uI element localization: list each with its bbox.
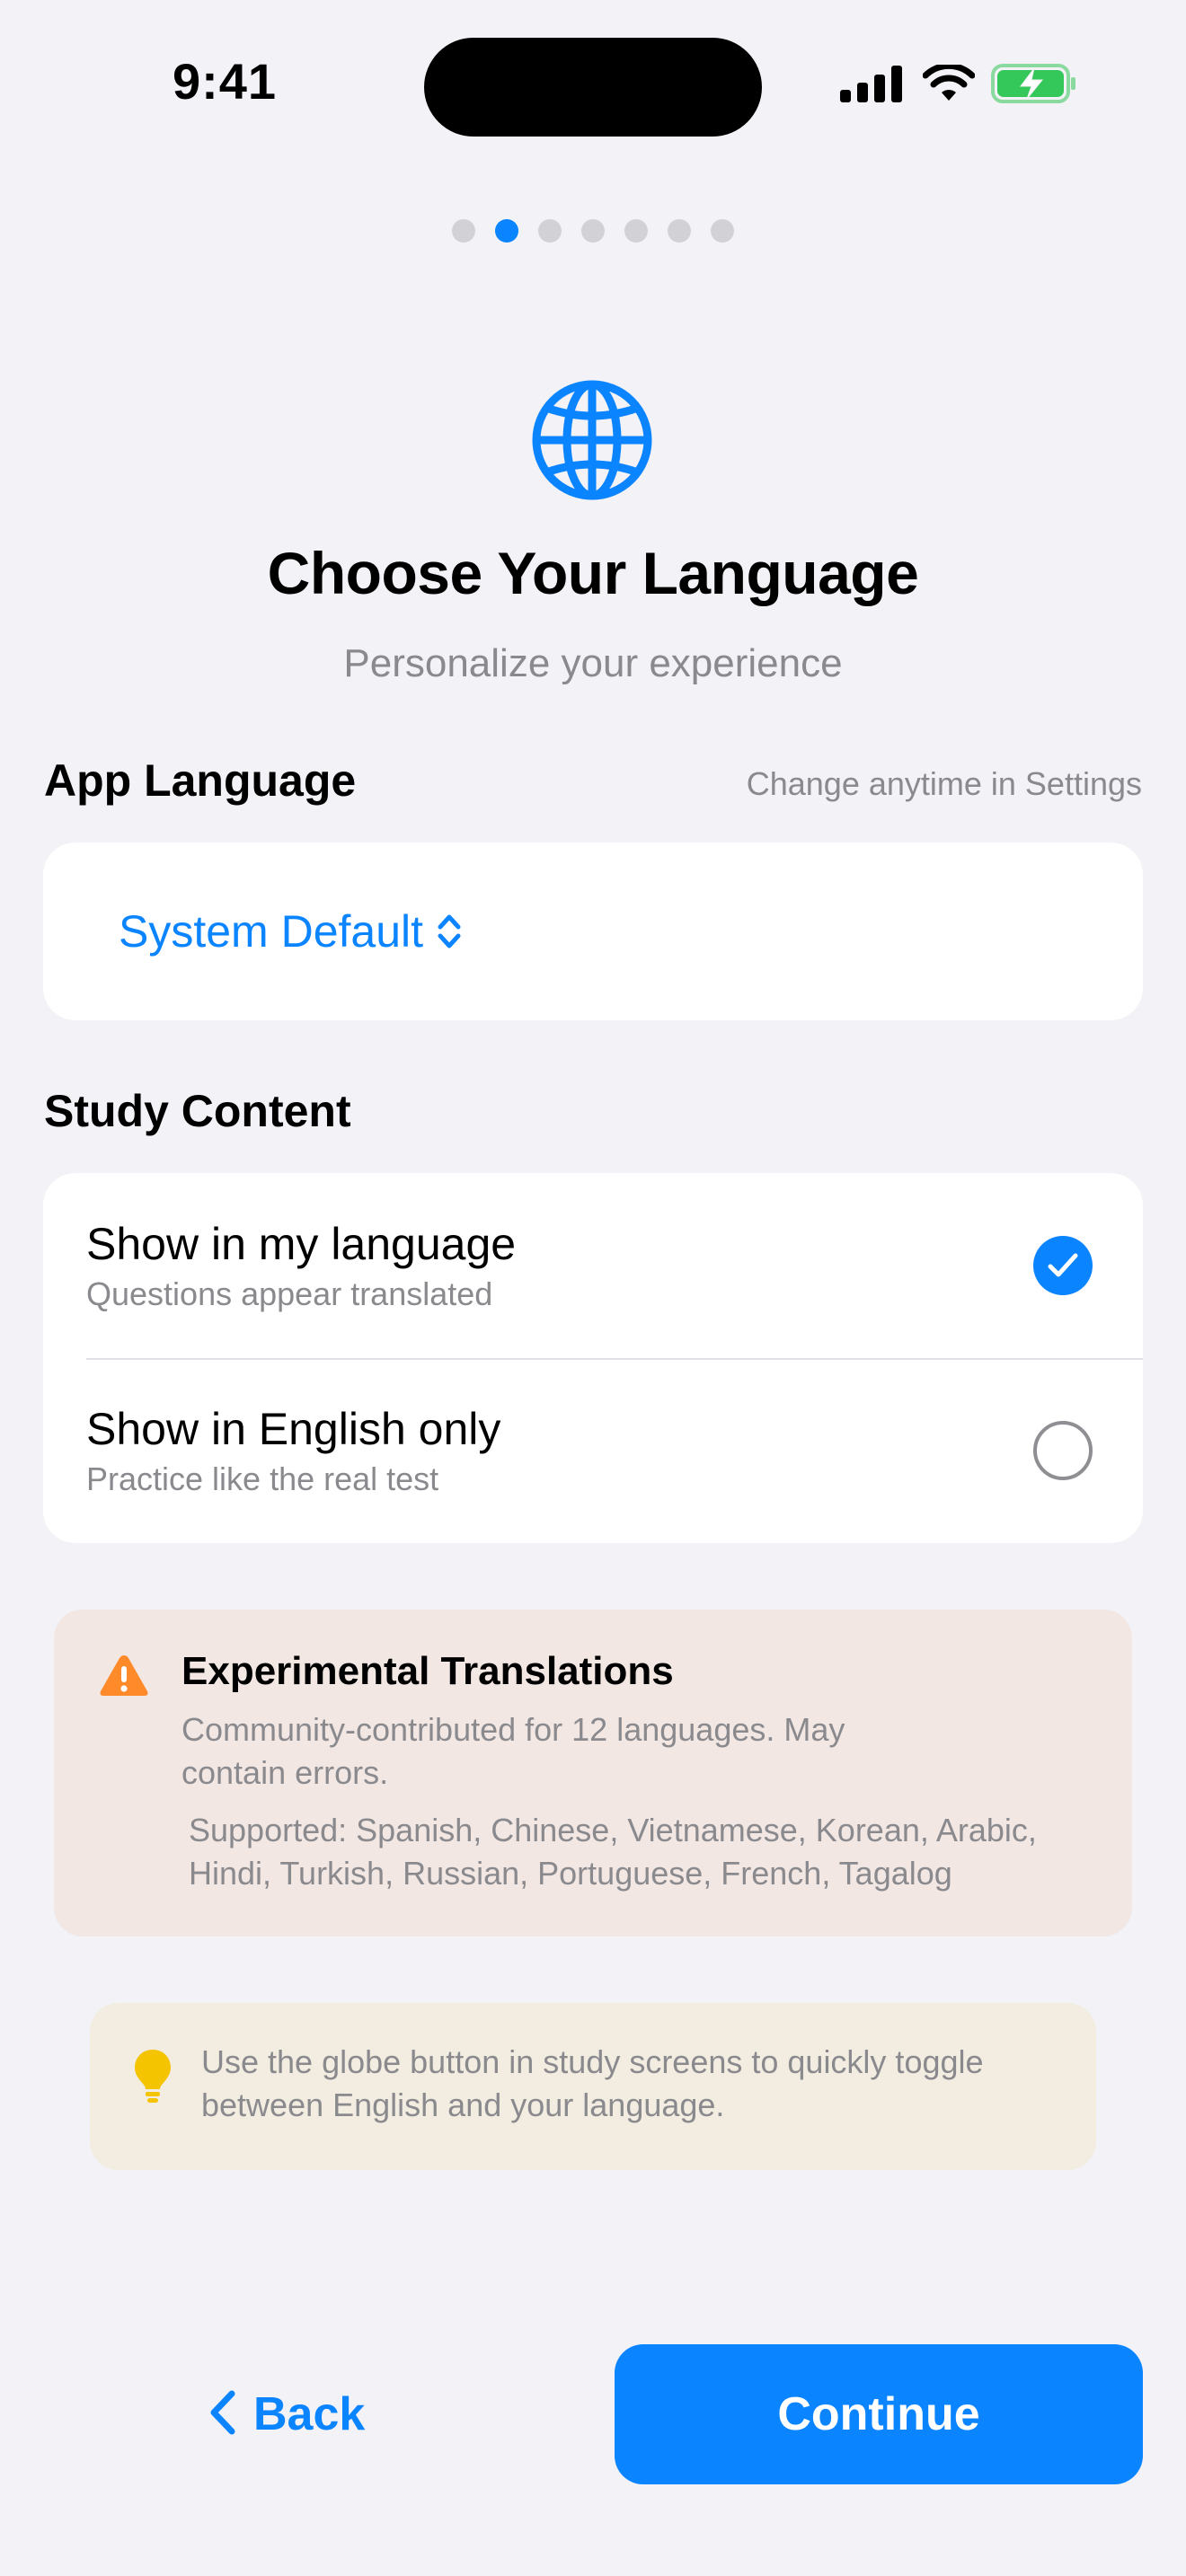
page-dot — [711, 219, 734, 243]
page-dot-current — [495, 219, 518, 243]
option-label: Show in English only — [86, 1404, 501, 1454]
globe-icon — [531, 379, 653, 501]
status-time: 9:41 — [172, 53, 278, 110]
checkmark-circle-icon — [1033, 1236, 1093, 1295]
option-my-language[interactable]: Show in my language Questions appear tra… — [43, 1173, 1143, 1360]
page-subtitle: Personalize your experience — [343, 641, 843, 685]
cellular-signal-icon — [840, 65, 903, 102]
lightbulb-icon — [133, 2048, 173, 2108]
experimental-warning: Experimental Translations Community-cont… — [54, 1610, 1132, 1936]
page-dot — [624, 219, 648, 243]
warning-body: Community-contributed for 12 languages. … — [181, 1711, 845, 1791]
tip-box: Use the globe button in study screens to… — [90, 2003, 1096, 2170]
warning-triangle-icon — [99, 1653, 149, 1702]
wifi-icon — [923, 65, 975, 102]
study-content-heading: Study Content — [44, 1086, 351, 1136]
page-dot — [452, 219, 475, 243]
continue-button-label: Continue — [777, 2388, 980, 2440]
supported-languages: Supported: Spanish, Chinese, Vietnamese,… — [189, 1812, 1037, 1892]
app-language-note: Change anytime in Settings — [746, 765, 1142, 802]
page-dot — [581, 219, 605, 243]
warning-title: Experimental Translations — [181, 1649, 674, 1693]
page-dot — [538, 219, 562, 243]
page-indicator — [0, 219, 1186, 243]
onboarding-screen: 9:41 Choose Your Language Personalize yo… — [0, 0, 1186, 2576]
continue-button[interactable]: Continue — [615, 2344, 1143, 2484]
option-label: Show in my language — [86, 1219, 517, 1269]
back-button-label: Back — [253, 2388, 366, 2440]
chevron-up-down-icon — [436, 913, 463, 950]
empty-circle-icon — [1033, 1421, 1093, 1480]
option-description: Practice like the real test — [86, 1460, 439, 1497]
app-language-heading: App Language — [44, 755, 357, 806]
battery-charging-icon — [991, 63, 1077, 104]
status-icons — [840, 61, 1077, 106]
back-button[interactable]: Back — [208, 2377, 365, 2452]
app-language-picker[interactable]: System Default — [43, 842, 1143, 1020]
option-description: Questions appear translated — [86, 1275, 493, 1312]
tip-text: Use the globe button in study screens to… — [201, 2043, 984, 2123]
dynamic-island — [424, 38, 762, 137]
chevron-left-icon — [208, 2389, 237, 2440]
page-dot — [668, 219, 691, 243]
option-english-only[interactable]: Show in English only Practice like the r… — [43, 1358, 1143, 1543]
page-title: Choose Your Language — [267, 540, 919, 606]
study-content-options: Show in my language Questions appear tra… — [43, 1173, 1143, 1543]
picker-selected-value: System Default — [119, 906, 424, 957]
